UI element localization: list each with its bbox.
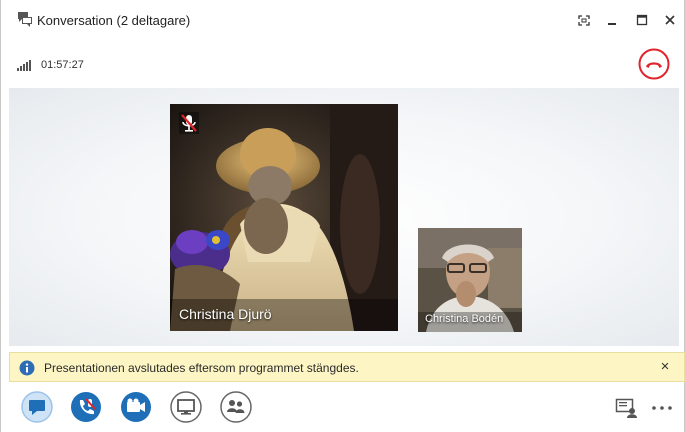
- call-status: 01:57:27: [17, 57, 84, 73]
- close-icon: [665, 15, 675, 25]
- notification-text: Presentationen avslutades eftersom progr…: [44, 361, 359, 375]
- participant-name: Christina Bodén: [425, 313, 504, 325]
- minimize-icon: [608, 23, 616, 25]
- notification-bar: Presentationen avslutades eftersom progr…: [9, 352, 685, 382]
- more-options-icon: [652, 406, 672, 410]
- more-options-button[interactable]: [650, 396, 674, 420]
- fullscreen-icon: [578, 14, 590, 26]
- participants-button[interactable]: [220, 391, 252, 423]
- minimize-button[interactable]: [601, 10, 623, 30]
- call-controls-button[interactable]: [70, 391, 102, 423]
- maximize-button[interactable]: [631, 10, 653, 30]
- signal-strength-icon: [17, 60, 31, 71]
- video-frame-main: [170, 104, 398, 331]
- fullscreen-button[interactable]: [573, 10, 595, 30]
- maximize-icon: [636, 14, 648, 26]
- participant-video-main[interactable]: Christina Djurö: [170, 104, 398, 331]
- notification-close-button[interactable]: ×: [658, 358, 672, 376]
- close-button[interactable]: [659, 10, 681, 30]
- hangup-button[interactable]: [638, 48, 670, 80]
- room-view-button[interactable]: [615, 396, 639, 420]
- video-button[interactable]: [120, 391, 152, 423]
- participant-video-secondary[interactable]: Christina Bodén: [418, 228, 522, 332]
- microphone-muted-icon: [179, 112, 199, 134]
- title-bar: Konversation (2 deltagare): [1, 0, 685, 40]
- present-button[interactable]: [170, 391, 202, 423]
- window-title: Konversation (2 deltagare): [37, 13, 191, 28]
- conversation-window: Konversation (2 deltagare) 01:57:27 Chri…: [0, 0, 685, 432]
- info-icon: [19, 360, 35, 376]
- participant-name: Christina Djurö: [179, 306, 272, 322]
- im-button[interactable]: [21, 391, 53, 423]
- room-view-icon: [615, 398, 637, 418]
- call-timer: 01:57:27: [41, 59, 84, 71]
- conversation-icon: [18, 12, 32, 27]
